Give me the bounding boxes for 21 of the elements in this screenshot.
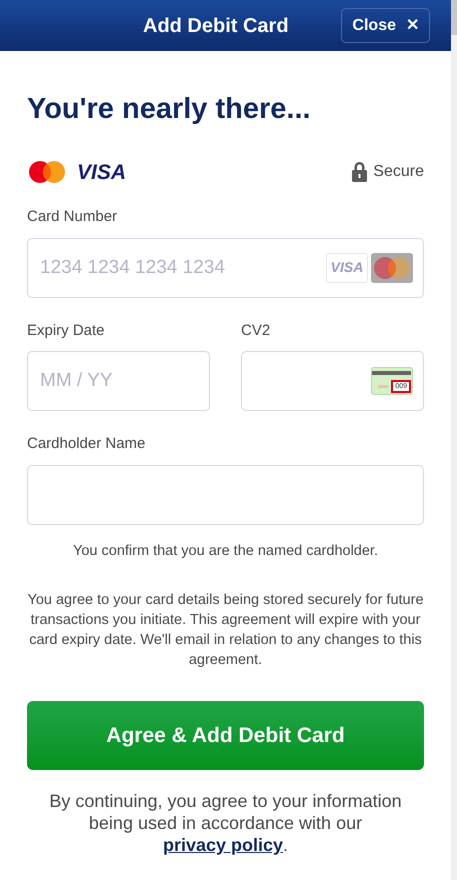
agree-button[interactable]: Agree & Add Debit Card	[27, 701, 424, 770]
privacy-notice: By continuing, you agree to your information being used in accordance with our privacy policy.	[48, 790, 403, 856]
field-label: Card Number	[27, 207, 118, 227]
secure-label: Secure	[373, 162, 424, 182]
mastercard-logo-icon	[27, 160, 67, 184]
page-heading: You're nearly there...	[27, 92, 312, 127]
input-field[interactable]	[27, 464, 424, 524]
field-label: Expiry Date	[27, 320, 106, 340]
field-label: CV2	[241, 320, 272, 340]
close-icon: ✕	[406, 14, 419, 38]
agreement-text: You agree to your card details being stored securely for future transactions you initiate. This agreement will expire with your card expiry date. We'll email in relation to any changes to this agreement.	[27, 591, 424, 670]
input-field[interactable]	[241, 351, 424, 411]
field-label: Cardholder Name	[27, 434, 146, 454]
close-button[interactable]: Close ✕	[341, 8, 430, 43]
window-title: Add Debit Card	[143, 14, 289, 38]
visa-logo: VISA	[77, 160, 126, 186]
lock-icon	[351, 161, 368, 184]
privacy-policy-link[interactable]: privacy policy	[162, 835, 284, 856]
input-field[interactable]: MM / YY	[27, 351, 210, 411]
confirm-note: You confirm that you are the named cardholder.	[72, 542, 379, 560]
visa-logo: VISA	[326, 252, 368, 282]
